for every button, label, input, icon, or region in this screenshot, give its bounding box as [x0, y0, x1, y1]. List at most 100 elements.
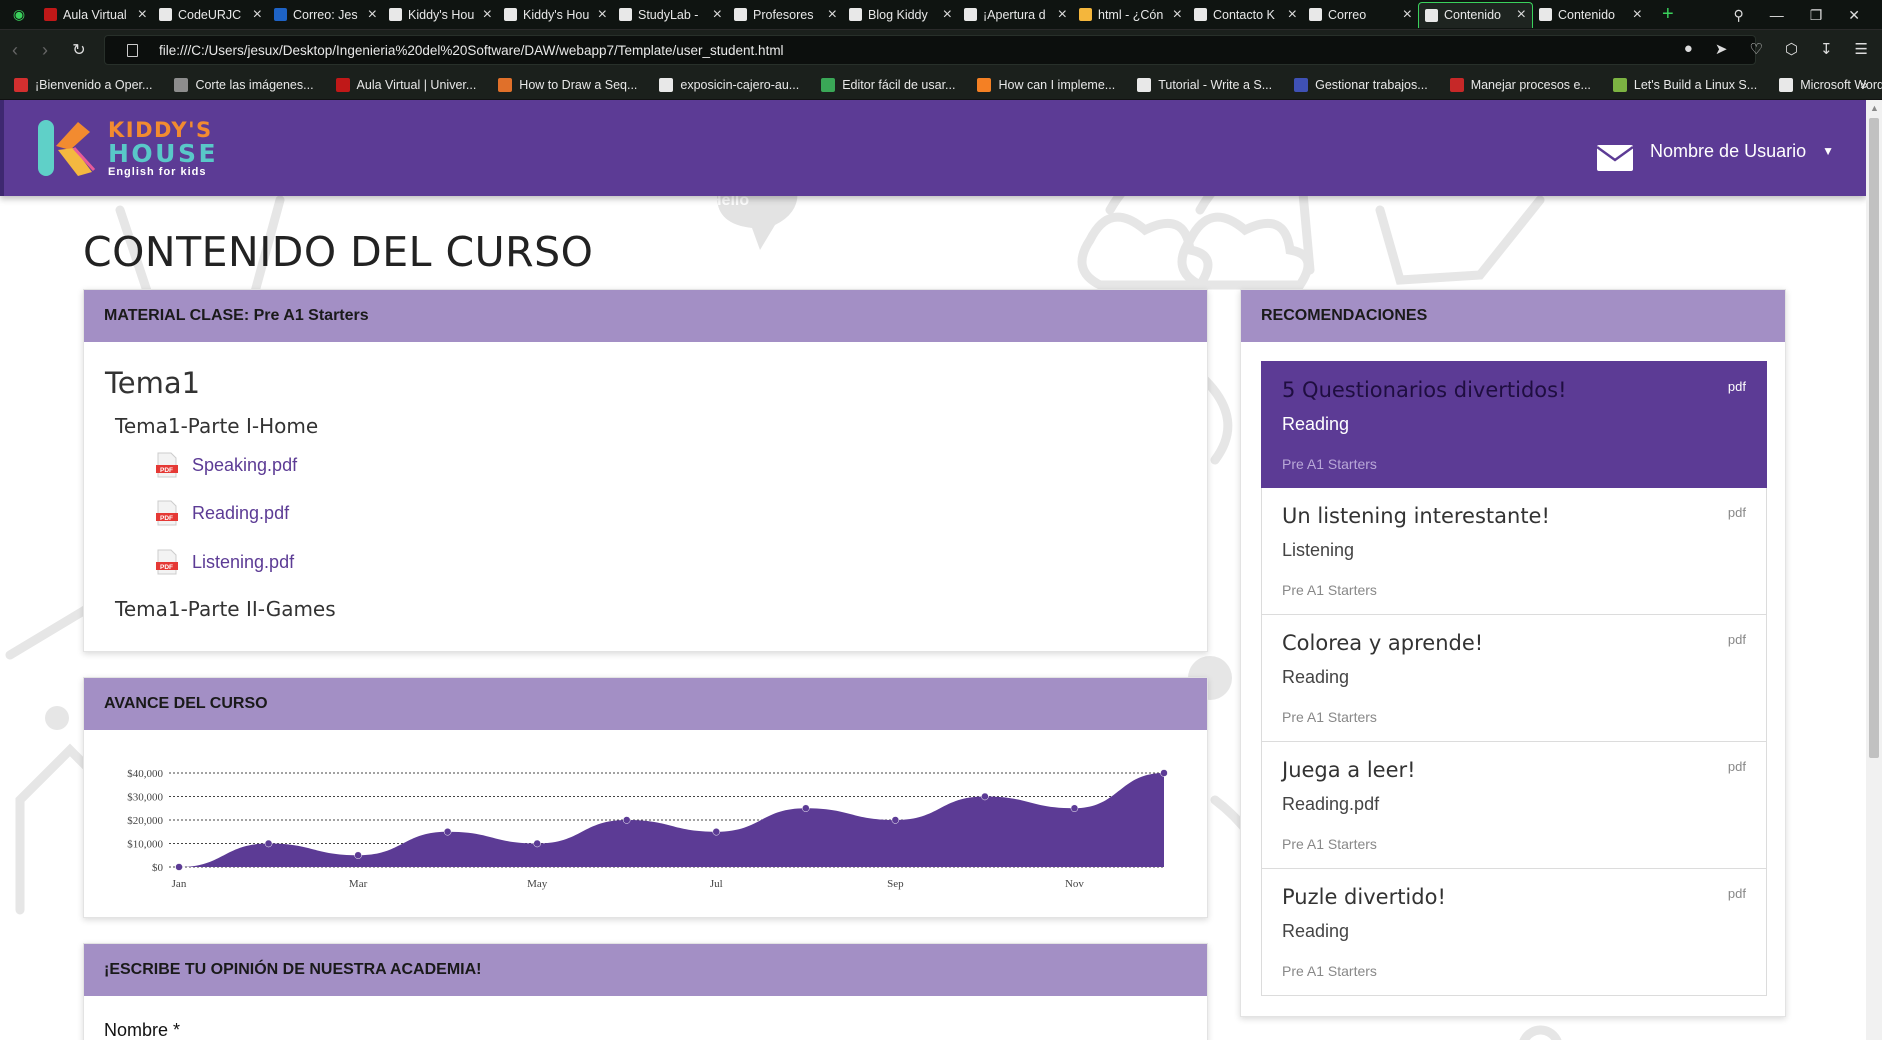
svg-text:PDF: PDF	[160, 515, 173, 522]
recommendation-item[interactable]: 5 Questionarios divertidos! pdf Reading Pre…	[1261, 361, 1767, 488]
bookmark-item[interactable]: exposicin-cajero-au...	[659, 77, 799, 92]
close-tab-icon[interactable]: ×	[1633, 6, 1642, 23]
bookmark-item[interactable]: ¡Bienvenido a Oper...	[14, 77, 152, 92]
svg-text:PDF: PDF	[160, 467, 173, 474]
topic-title[interactable]: Tema1	[105, 366, 200, 400]
browser-tab[interactable]: Aula Virtual ×	[38, 2, 153, 28]
subtopic-part-2[interactable]: Tema1-Parte II-Games	[115, 597, 336, 621]
y-tick-label: $10,000	[127, 839, 163, 851]
file-link-speaking[interactable]: Speaking.pdf	[192, 455, 297, 476]
chart-point	[443, 828, 452, 836]
bookmark-item[interactable]: Manejar procesos e...	[1449, 77, 1591, 92]
browser-tab[interactable]: Profesores ×	[728, 2, 843, 28]
tab-title: Correo: Jes	[293, 7, 358, 22]
bookmark-item[interactable]: Corte las imágenes...	[174, 77, 314, 92]
recommendation-item[interactable]: Puzle divertido! pdf Reading Pre A1 Starter…	[1261, 869, 1767, 996]
browser-tab[interactable]: CodeURJC ×	[153, 2, 268, 28]
browser-tab[interactable]: Blog Kiddy ×	[843, 2, 958, 28]
bookmark-label: Gestionar trabajos...	[1315, 77, 1428, 92]
address-bar-row: ‹ › ↻ file:///C:/Users/jesux/Desktop/Ing…	[0, 30, 1882, 70]
send-icon[interactable]: ➤	[1715, 40, 1728, 58]
kiddys-house-logo[interactable]: KIDDY'S HOUSE English for kids	[34, 118, 218, 178]
bookmark-item[interactable]: Gestionar trabajos...	[1294, 77, 1428, 92]
browser-tab[interactable]: Kiddy's Hou ×	[498, 2, 613, 28]
username[interactable]: Nombre de Usuario	[1650, 141, 1806, 162]
recommendation-subtitle: Reading	[1282, 921, 1350, 941]
close-tab-icon[interactable]: ×	[1403, 6, 1412, 23]
close-tab-icon[interactable]: ×	[1058, 6, 1067, 23]
browser-tab[interactable]: Contenido ×	[1418, 1, 1533, 28]
close-tab-icon[interactable]: ×	[598, 6, 607, 23]
subtopic-part-1[interactable]: Tema1-Parte I-Home	[115, 414, 318, 438]
minimize-button[interactable]: —	[1770, 7, 1784, 23]
recommendation-item[interactable]: Colorea y aprende! pdf Reading Pre A1 Start…	[1261, 615, 1767, 742]
browser-tab[interactable]: ¡Apertura d ×	[958, 2, 1073, 28]
page-scrollbar[interactable]: ▲	[1866, 100, 1882, 1040]
browser-tab[interactable]: Kiddy's Hou ×	[383, 2, 498, 28]
tab-favicon-icon	[1079, 8, 1092, 21]
bookmarks-overflow-icon[interactable]: »	[1860, 76, 1868, 92]
bookmark-item[interactable]: Let's Build a Linux S...	[1612, 77, 1757, 92]
scroll-up-icon[interactable]: ▲	[1870, 103, 1879, 113]
file-link-reading[interactable]: Reading.pdf	[192, 503, 289, 524]
close-tab-icon[interactable]: ×	[253, 6, 262, 23]
recommendation-item[interactable]: Un listening interestante! pdf Listening Pr…	[1261, 488, 1767, 615]
recommendation-type: pdf	[1727, 632, 1746, 647]
recommendation-level: Pre A1 Starters	[1282, 582, 1377, 598]
recommendation-type: pdf	[1727, 886, 1746, 901]
bookmark-favicon-icon	[977, 77, 992, 92]
new-tab-button[interactable]: +	[1662, 3, 1674, 26]
chart-point	[1070, 804, 1079, 812]
bookmark-item[interactable]: Aula Virtual | Univer...	[335, 77, 476, 92]
bookmark-favicon-icon	[1779, 77, 1794, 92]
browser-tab[interactable]: Contenido ×	[1533, 2, 1648, 28]
tab-title: Contacto K	[1213, 7, 1275, 22]
file-listening[interactable]: PDF Listening.pdf	[156, 549, 294, 575]
bookmark-item[interactable]: How can I impleme...	[977, 77, 1115, 92]
page-viewport: Hello KIDDY'S HOUSE English for kids Nom…	[0, 100, 1866, 1040]
close-window-button[interactable]: ✕	[1848, 7, 1860, 24]
bookmark-favicon-icon	[335, 77, 350, 92]
browser-tab[interactable]: Correo: Jes ×	[268, 2, 383, 28]
back-button[interactable]: ‹	[0, 40, 30, 61]
close-tab-icon[interactable]: ×	[138, 6, 147, 23]
download-icon[interactable]: ↧	[1820, 40, 1833, 58]
restore-button[interactable]: ❐	[1810, 7, 1823, 24]
recommendation-item[interactable]: Juega a leer! pdf Reading.pdf Pre A1 Starte…	[1261, 742, 1767, 869]
user-menu[interactable]: Nombre de Usuario ▼	[1596, 130, 1834, 172]
file-reading[interactable]: PDF Reading.pdf	[156, 500, 289, 526]
file-speaking[interactable]: PDF Speaking.pdf	[156, 452, 297, 478]
browser-tab[interactable]: Contacto K ×	[1188, 2, 1303, 28]
browser-tab[interactable]: Correo ×	[1303, 2, 1418, 28]
reload-button[interactable]: ↻	[64, 40, 94, 60]
tab-favicon-icon	[44, 8, 57, 21]
site-header: KIDDY'S HOUSE English for kids Nombre de…	[0, 100, 1866, 196]
url-field[interactable]: file:///C:/Users/jesux/Desktop/Ingenieri…	[104, 35, 1756, 65]
easy-setup-icon[interactable]: ☰	[1855, 40, 1868, 58]
scrollbar-thumb[interactable]	[1869, 118, 1879, 758]
logo-tagline: English for kids	[108, 165, 207, 178]
forward-button[interactable]: ›	[30, 40, 60, 61]
opera-menu-icon[interactable]: ◉	[0, 0, 38, 30]
heart-icon[interactable]: ♡	[1749, 40, 1762, 58]
bookmark-item[interactable]: How to Draw a Seq...	[498, 77, 637, 92]
close-tab-icon[interactable]: ×	[943, 6, 952, 23]
close-tab-icon[interactable]: ×	[1517, 7, 1526, 23]
close-tab-icon[interactable]: ×	[1288, 6, 1297, 23]
cube-icon[interactable]: ⬡	[1785, 40, 1798, 58]
close-tab-icon[interactable]: ×	[368, 6, 377, 23]
search-tabs-icon[interactable]: ⚲	[1733, 7, 1743, 24]
mail-icon[interactable]	[1596, 144, 1634, 172]
chevron-down-icon[interactable]: ▼	[1822, 144, 1834, 158]
close-tab-icon[interactable]: ×	[483, 6, 492, 23]
browser-tab[interactable]: StudyLab - ×	[613, 2, 728, 28]
bookmark-item[interactable]: Tutorial - Write a S...	[1137, 77, 1272, 92]
close-tab-icon[interactable]: ×	[828, 6, 837, 23]
bookmark-item[interactable]: Editor fácil de usar...	[821, 77, 955, 92]
snapshot-icon[interactable]: ●	[1684, 40, 1693, 58]
close-tab-icon[interactable]: ×	[1173, 6, 1182, 23]
recommendation-subtitle: Listening	[1282, 540, 1355, 560]
file-link-listening[interactable]: Listening.pdf	[192, 552, 294, 573]
close-tab-icon[interactable]: ×	[713, 6, 722, 23]
browser-tab[interactable]: html - ¿Cón ×	[1073, 2, 1188, 28]
